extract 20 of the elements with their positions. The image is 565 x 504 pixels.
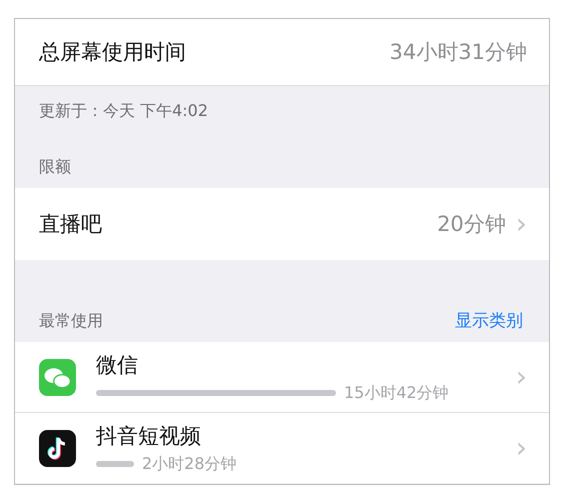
app-row[interactable]: 微信 15小时42分钟 ›: [15, 342, 549, 413]
usage-time: 15小时42分钟: [344, 382, 449, 404]
usage-time: 2小时28分钟: [142, 454, 237, 474]
limit-value: 20分钟: [437, 211, 506, 238]
total-value: 34小时31分钟: [390, 39, 527, 66]
section-header: 最常使用: [39, 311, 103, 332]
updated-text: 更新于：今天 下午4:02: [39, 101, 208, 122]
app-name: 微信: [96, 352, 139, 378]
total-label: 总屏幕使用时间: [39, 39, 186, 66]
chat-bubbles-icon: [39, 358, 76, 396]
app-row[interactable]: 抖音短视频 2小时28分钟 ›: [15, 413, 549, 483]
section-header: 限额: [39, 157, 71, 178]
chevron-icon: ›: [516, 210, 527, 238]
chevron-icon: ›: [516, 363, 527, 391]
usage-bar: [96, 461, 134, 467]
limit-name: 直播吧: [39, 211, 102, 238]
chevron-icon: ›: [516, 434, 527, 462]
limit-row[interactable]: 直播吧 20分钟 ›: [15, 188, 549, 260]
app-name: 抖音短视频: [96, 422, 202, 450]
music-note-icon: [39, 430, 76, 466]
